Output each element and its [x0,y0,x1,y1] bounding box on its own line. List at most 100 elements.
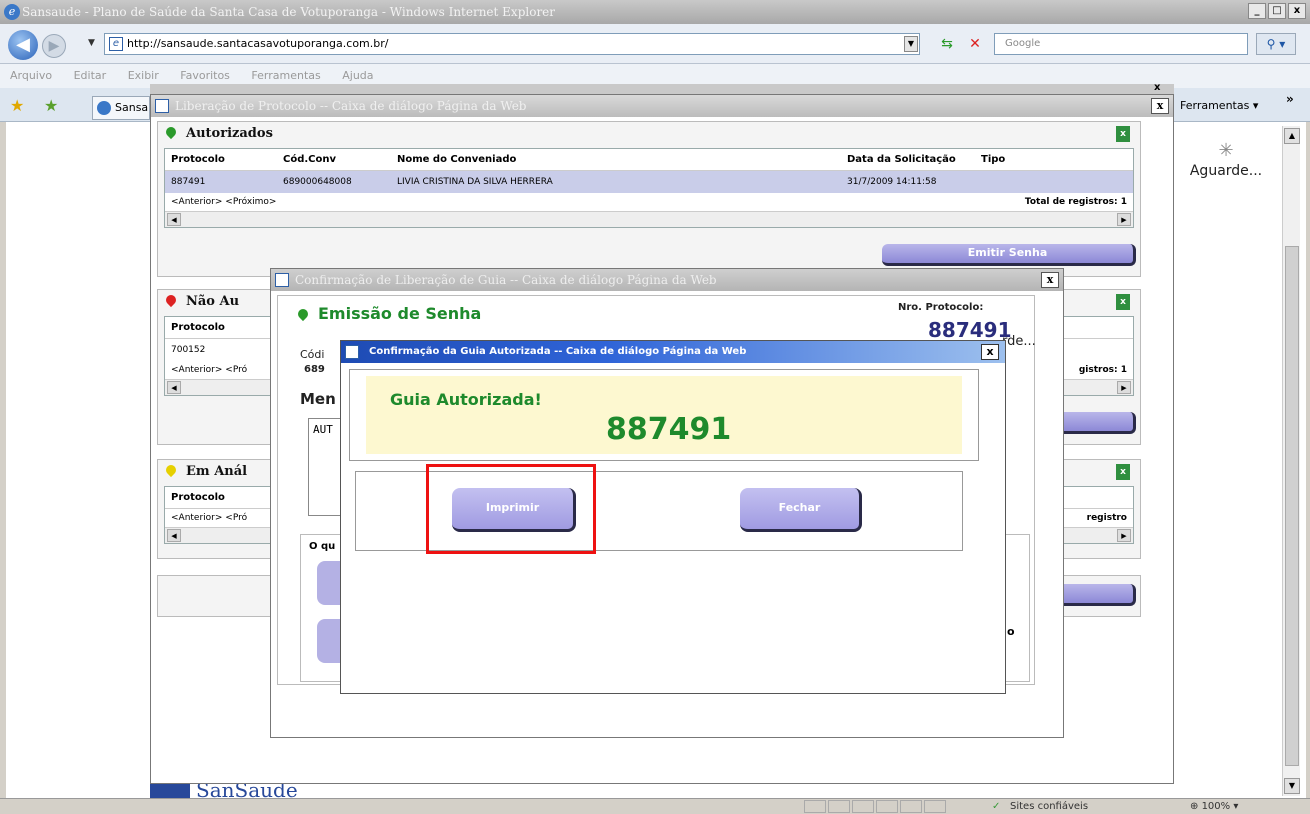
nao-autorizados-title: Não Au [186,294,240,309]
col-nome[interactable]: Nome do Conveniado [397,149,516,171]
window-title-bar: e Sansaude - Plano de Saúde da Santa Cas… [0,0,1310,24]
col-cod-conv[interactable]: Cód.Conv [283,149,336,171]
history-dropdown-icon[interactable]: ▼ [88,38,95,48]
ie-logo-icon: e [4,4,20,20]
scroll-left-icon[interactable]: ◀ [167,381,181,394]
loading-text: rde... [1002,334,1036,349]
check-icon: ✓ [992,801,1001,812]
grid-pager: <Anterior> <Próximo> Total de registros:… [165,193,1133,211]
excel-export-icon[interactable]: x [1116,126,1130,142]
col-protocolo[interactable]: Protocolo [171,149,225,171]
scroll-left-icon[interactable]: ◀ [167,213,181,226]
emitir-senha-button[interactable]: Emitir Senha [882,244,1136,266]
autorizados-heading: Autorizados [163,124,273,141]
pager-links[interactable]: <Anterior> <Próximo> [171,197,276,207]
guia-number: 887491 [606,412,732,447]
fechar-button[interactable]: Fechar [740,488,862,532]
address-dropdown-icon[interactable]: ▼ [904,36,918,52]
confirmacao-liberacao-title: Confirmação de Liberação de Guia -- Caix… [295,273,717,287]
excel-export-icon[interactable]: x [1116,464,1130,480]
minimize-button[interactable]: _ [1248,3,1266,19]
col-protocolo[interactable]: Protocolo [171,317,225,339]
options-label: O qu [309,541,336,552]
page-icon: e [109,37,123,51]
green-pin-icon [295,306,311,322]
zoom-control[interactable]: ⊕ 100% ▾ [1190,799,1238,814]
menu-exibir[interactable]: Exibir [128,69,159,82]
window-title: Sansaude - Plano de Saúde da Santa Casa … [22,5,556,19]
scroll-right-icon[interactable]: ▶ [1117,529,1131,542]
spinner-icon: ✳ [1218,140,1234,161]
col-data[interactable]: Data da Solicitação [847,149,956,171]
liberacao-close-button[interactable]: x [1151,98,1169,114]
scroll-down-icon[interactable]: ▼ [1284,778,1300,794]
nro-protocolo-label: Nro. Protocolo: [898,302,984,313]
autorizados-title: Autorizados [186,126,273,141]
confirmacao-liberacao-close-button[interactable]: x [1041,272,1059,288]
col-tipo[interactable]: Tipo [981,149,1005,171]
search-placeholder: Google [1005,38,1041,49]
chevron-more-icon[interactable]: » [1286,92,1294,106]
mensagem-label: Men [300,390,336,408]
close-window-button[interactable]: x [1288,3,1306,19]
pager-links[interactable]: <Anterior> <Pró [171,365,247,375]
menu-ajuda[interactable]: Ajuda [342,69,373,82]
confirmacao-liberacao-title-bar: Confirmação de Liberação de Guia -- Caix… [271,269,1063,291]
scroll-thumb[interactable] [1285,246,1299,766]
tools-menu[interactable]: Ferramentas ▾ [1180,96,1258,116]
imprimir-highlight-box [426,464,596,554]
cell-cod-conv: 689000648008 [283,177,352,187]
liberacao-dialog-title: Liberação de Protocolo -- Caixa de diálo… [175,99,527,113]
horizontal-scrollbar[interactable]: ◀ ▶ [165,211,1133,227]
favorites-star-icon[interactable]: ★ [10,96,24,115]
add-favorite-icon[interactable]: ★ [44,96,58,115]
security-zone[interactable]: ✓ Sites confiáveis [990,799,1088,814]
nro-protocolo-value: 887491 [928,318,1012,342]
back-button[interactable]: ◀ [8,30,38,60]
refresh-icon[interactable]: ⇆ [934,34,960,54]
window-controls: _ □ x [1248,3,1306,19]
search-input[interactable]: Google [994,33,1248,55]
guia-autorizada-close-button[interactable]: x [981,344,999,360]
dialog-page-icon [275,273,289,287]
menu-arquivo[interactable]: Arquivo [10,69,52,82]
browser-tab[interactable]: Sansaude [92,96,150,120]
scroll-right-icon[interactable]: ▶ [1117,213,1131,226]
table-row[interactable]: 887491 689000648008 LIVIA CRISTINA DA SI… [165,171,1133,193]
stop-icon[interactable]: ✕ [962,34,988,54]
vertical-scrollbar[interactable]: ▲ ▼ [1282,126,1300,796]
red-pin-icon [163,292,179,308]
search-icon[interactable]: ⚲ ▾ [1256,33,1296,55]
address-value: http://sansaude.santacasavotuporanga.com… [127,37,389,50]
loading-text: Aguarde... [1189,163,1263,179]
zoom-value: 100% [1201,801,1231,812]
col-protocolo[interactable]: Protocolo [171,487,225,509]
maximize-button[interactable]: □ [1268,3,1286,19]
emissao-title: Emissão de Senha [318,304,482,323]
yellow-pin-icon [163,462,179,478]
loading-indicator: ✳ Aguarde... [1178,140,1274,179]
menu-ferramentas[interactable]: Ferramentas [251,69,320,82]
menu-editar[interactable]: Editar [74,69,107,82]
grid-header: Protocolo Cód.Conv Nome do Conveniado Da… [165,149,1133,171]
tab-label: Sansaude [115,101,149,114]
scroll-up-icon[interactable]: ▲ [1284,128,1300,144]
forward-button[interactable]: ▶ [42,34,66,58]
em-analise-heading: Em Anál [163,462,247,479]
green-pin-icon [163,124,179,140]
cell-protocolo: 700152 [171,345,206,355]
codigo-value: 689 [304,364,325,375]
menu-favoritos[interactable]: Favoritos [180,69,230,82]
background-dialog-close-icon[interactable]: x [1154,82,1160,93]
tab-icon [97,101,111,115]
guia-message-background: Guia Autorizada! 887491 [366,376,962,454]
address-input[interactable]: e http://sansaude.santacasavotuporanga.c… [104,33,920,55]
dialog-page-icon [345,345,359,359]
cell-nome: LIVIA CRISTINA DA SILVA HERRERA [397,177,553,187]
scroll-right-icon[interactable]: ▶ [1117,381,1131,394]
pager-links[interactable]: <Anterior> <Pró [171,513,247,523]
scroll-left-icon[interactable]: ◀ [167,529,181,542]
liberacao-dialog-title-bar: Liberação de Protocolo -- Caixa de diálo… [151,95,1173,117]
excel-export-icon[interactable]: x [1116,294,1130,310]
total-registros: Total de registros: 1 [1024,197,1127,207]
